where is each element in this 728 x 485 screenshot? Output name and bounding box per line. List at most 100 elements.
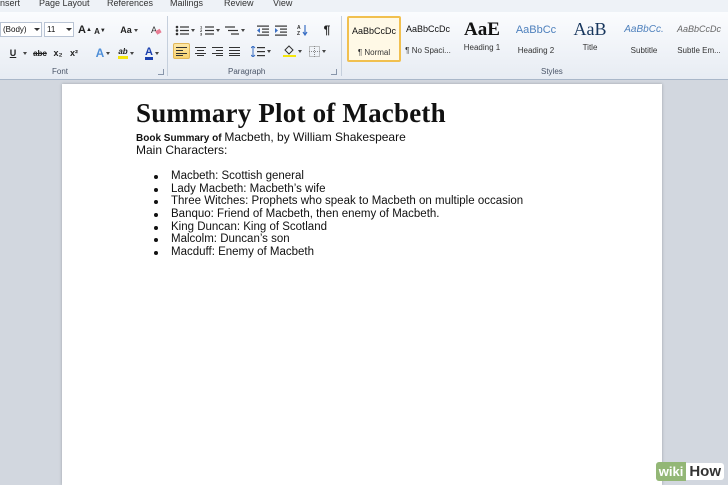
- chevron-down-icon[interactable]: [66, 28, 72, 31]
- svg-text:A: A: [151, 25, 157, 35]
- align-center-icon: [194, 46, 206, 56]
- multilevel-list-button[interactable]: [225, 22, 245, 38]
- line-spacing-button[interactable]: [251, 43, 271, 59]
- chevron-down-icon: [133, 28, 138, 32]
- font-color-icon: A: [145, 45, 153, 60]
- menu-tabs: nsert Page Layout References Mailings Re…: [0, 0, 728, 12]
- font-color-button[interactable]: A: [142, 45, 162, 61]
- text-effects-button[interactable]: A: [94, 45, 112, 61]
- list-item: Macduff: Enemy of Macbeth: [153, 246, 523, 259]
- strikethrough-button[interactable]: abc: [32, 45, 48, 61]
- svg-text:3: 3: [200, 31, 203, 36]
- borders-icon: [308, 45, 320, 57]
- text-effects-icon: A: [95, 46, 105, 60]
- superscript-button[interactable]: x²: [68, 45, 80, 61]
- chevron-down-icon: [321, 49, 326, 53]
- decrease-indent-icon: [257, 25, 269, 36]
- chevron-down-icon[interactable]: [23, 52, 27, 55]
- paragraph-dialog-launcher-icon[interactable]: [331, 69, 337, 75]
- line-spacing-icon: [251, 45, 265, 57]
- list-item: Malcolm: Duncan’s son: [153, 233, 523, 246]
- highlight-button[interactable]: ab: [116, 45, 136, 61]
- chevron-down-icon: [241, 28, 245, 32]
- align-right-button[interactable]: [210, 43, 224, 59]
- style-sample: AaBbCcDc: [676, 24, 721, 34]
- paint-bucket-icon: [282, 45, 296, 57]
- chevron-down-icon: [297, 49, 302, 53]
- pilcrow-icon: ¶: [323, 23, 331, 37]
- sort-button[interactable]: A Z: [296, 22, 310, 38]
- style-sample: AaBbCc.: [624, 24, 664, 35]
- style-subtle-emphasis[interactable]: AaBbCcDc Subtle Em...: [672, 16, 726, 62]
- style-subtitle[interactable]: AaBbCc. Subtitle: [617, 16, 671, 62]
- style-no-spacing[interactable]: AaBbCcDc ¶ No Spaci...: [401, 16, 455, 62]
- align-left-button[interactable]: [173, 43, 190, 59]
- grow-font-icon: A: [78, 24, 86, 36]
- tab-view[interactable]: View: [273, 0, 292, 8]
- style-sample: AaB: [573, 19, 607, 39]
- grow-font-button[interactable]: A ▲: [78, 22, 92, 38]
- justify-button[interactable]: [227, 43, 241, 59]
- strikethrough-icon: abc: [33, 48, 47, 58]
- style-name: Subtitle: [630, 46, 658, 55]
- chevron-down-icon: [191, 28, 195, 32]
- bullets-button[interactable]: [175, 22, 195, 38]
- style-name: ¶ Normal: [357, 48, 391, 57]
- group-divider: [341, 16, 342, 76]
- change-case-icon: Aa: [120, 25, 132, 35]
- wikihow-watermark: wiki How: [655, 462, 724, 481]
- list-item: King Duncan: King of Scotland: [153, 221, 523, 234]
- change-case-button[interactable]: Aa: [118, 22, 140, 38]
- list-item: Three Witches: Prophets who speak to Mac…: [153, 195, 524, 208]
- svg-text:Z: Z: [297, 31, 300, 36]
- style-name: ¶ No Spaci...: [405, 46, 451, 55]
- underline-icon: U: [9, 48, 17, 58]
- clear-formatting-button[interactable]: A: [148, 22, 164, 38]
- tab-mailings[interactable]: Mailings: [170, 0, 203, 8]
- shading-button[interactable]: [282, 43, 302, 59]
- font-size-combo[interactable]: 11: [44, 22, 74, 37]
- chevron-down-icon: [267, 49, 271, 53]
- watermark-how: How: [686, 463, 724, 480]
- style-name: Subtle Em...: [677, 46, 721, 55]
- tab-references[interactable]: References: [107, 0, 153, 8]
- watermark-wiki: wiki: [655, 462, 687, 481]
- shrink-font-button[interactable]: A ▼: [94, 23, 106, 39]
- chevron-down-icon: [106, 51, 111, 55]
- tab-review[interactable]: Review: [224, 0, 254, 8]
- show-formatting-button[interactable]: ¶: [320, 22, 334, 38]
- borders-button[interactable]: [307, 43, 327, 59]
- align-right-icon: [211, 46, 223, 56]
- styles-group-label: Styles: [541, 67, 563, 76]
- decrease-indent-button[interactable]: [256, 22, 270, 38]
- style-sample: AaBbCcDc: [351, 26, 396, 36]
- tab-insert[interactable]: nsert: [0, 0, 20, 8]
- document-subtitle: Book Summary of Macbeth, by William Shak…: [136, 130, 406, 144]
- increase-indent-button[interactable]: [274, 22, 288, 38]
- style-heading-2[interactable]: AaBbCc Heading 2: [509, 16, 563, 62]
- align-center-button[interactable]: [193, 43, 207, 59]
- list-item: Macbeth: Scottish general: [153, 170, 523, 183]
- style-sample: AaBbCcDc: [405, 24, 450, 34]
- increase-indent-icon: [275, 25, 287, 36]
- multilevel-list-icon: [225, 25, 239, 35]
- style-title[interactable]: AaB Title: [563, 16, 617, 62]
- subscript-icon: x₂: [53, 48, 63, 58]
- font-dialog-launcher-icon[interactable]: [158, 69, 164, 75]
- chevron-down-icon: [129, 51, 134, 55]
- chevron-down-icon[interactable]: [34, 28, 40, 31]
- sort-icon: A Z: [297, 25, 308, 36]
- style-normal[interactable]: AaBbCcDc ¶ Normal: [347, 16, 401, 62]
- numbering-button[interactable]: 1 2 3: [200, 22, 220, 38]
- subscript-button[interactable]: x₂: [52, 45, 64, 61]
- clear-formatting-icon: A: [151, 25, 162, 35]
- font-group-label: Font: [52, 67, 69, 76]
- style-heading-1[interactable]: AaE Heading 1: [455, 16, 509, 62]
- list-item: Lady Macbeth: Macbeth’s wife: [153, 183, 523, 196]
- font-name-combo[interactable]: (Body): [0, 22, 42, 37]
- underline-button[interactable]: U: [8, 45, 18, 61]
- chevron-down-icon: [154, 51, 159, 55]
- numbering-icon: 1 2 3: [200, 25, 214, 36]
- tab-page-layout[interactable]: Page Layout: [39, 0, 90, 8]
- characters-list: Macbeth: Scottish general Lady Macbeth: …: [153, 170, 524, 259]
